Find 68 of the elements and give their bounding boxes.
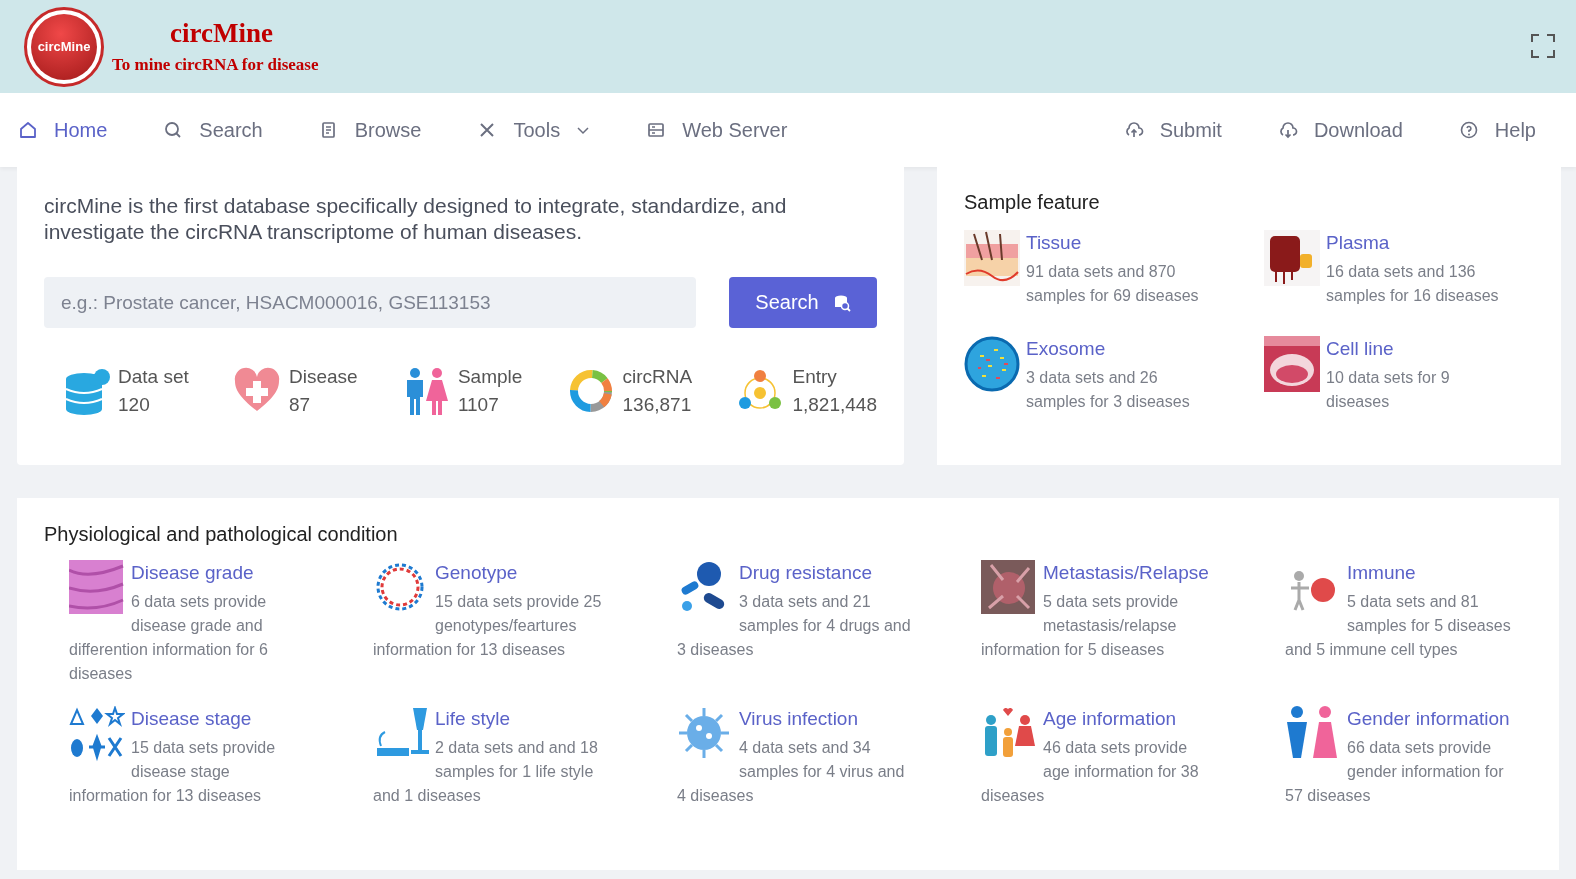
search-button[interactable]: Search	[729, 277, 877, 328]
feature-description: 4 data sets and 34 samples for 4 virus and 4 diseases	[677, 738, 906, 806]
nav-tab[interactable]: Web Server	[636, 110, 798, 150]
stat-label: Data set	[118, 366, 189, 388]
nav-tab[interactable]: Search	[153, 110, 273, 150]
intro-text: circMine is the first database specifically designed to integrate, standardize, and investigate the circRNA transcriptome of human diseases.	[44, 193, 788, 245]
feature-description: 6 data sets provide disease grade and differention information for 6 diseases	[69, 592, 269, 684]
nav-tab[interactable]: Tools	[467, 110, 601, 150]
feature-description: 2 data sets and and 18 samples for 1 life style and 1 diseases	[373, 738, 599, 806]
home-icon	[18, 120, 38, 140]
help-icon	[1458, 120, 1479, 140]
feature-description: 16 data sets and 136 samples for 16 diseases	[1325, 262, 1500, 306]
stat-label: Disease	[289, 366, 358, 388]
section-title: Physiological and pathological condition	[44, 523, 399, 546]
feature-link[interactable]: Disease stage	[69, 704, 299, 733]
site-title: circMine	[170, 18, 274, 49]
feature-description: 91 data sets and 870 samples for 69 diseases	[1025, 262, 1200, 306]
feature-link[interactable]: Cell line	[1264, 334, 1514, 363]
stat-value: 1107	[457, 394, 500, 416]
feature-link[interactable]: Drug resistance	[677, 558, 907, 587]
search-field[interactable]: e.g.: Prostate cancer, HSACM000016, GSE113153	[44, 277, 696, 328]
feature-description: 5 data sets provide metastasis/relapse information for 5 diseases	[981, 592, 1180, 660]
stat-label: Entry	[792, 366, 838, 388]
exosome-drawing	[964, 336, 1020, 392]
feature-link[interactable]: Disease grade	[69, 558, 299, 587]
feature-link[interactable]: Life style	[373, 704, 603, 733]
stat-value: 136,871	[622, 394, 693, 416]
stat-label: Sample	[457, 366, 523, 388]
tissue-slide-picture	[69, 560, 125, 616]
fullscreen-icon[interactable]	[1530, 33, 1556, 59]
section-title: Sample feature	[964, 191, 1101, 214]
nav-tab[interactable]: Browse	[308, 110, 432, 150]
feature-link[interactable]: Exosome	[964, 334, 1214, 363]
logo-text: circMine	[31, 13, 97, 80]
cell-culture-picture	[1264, 336, 1320, 392]
nav-tab[interactable]: Home	[8, 110, 118, 150]
feature-link[interactable]: Genotype	[373, 558, 603, 587]
cell-spread-picture	[981, 560, 1037, 616]
feature-description: 5 data sets and 81 samples for 5 diseases and 5 immune cell types	[1285, 592, 1512, 660]
feature-link[interactable]: Gender information	[1285, 704, 1515, 733]
stat-value: 87	[289, 394, 312, 416]
feature-description: 10 data sets for 9 diseases	[1325, 368, 1451, 412]
nav-tab[interactable]: Help	[1448, 110, 1546, 150]
tissue-picture	[964, 230, 1020, 286]
feature-description: 66 data sets provide gender information for 57 diseases	[1285, 738, 1505, 806]
feature-link[interactable]: Age information	[981, 704, 1211, 733]
feature-link[interactable]: Tissue	[964, 228, 1214, 257]
nav-tab[interactable]: Submit	[1113, 110, 1232, 150]
feature-link[interactable]: Virus infection	[677, 704, 907, 733]
shapes-icon	[69, 706, 125, 762]
feature-link[interactable]: Metastasis/Relapse	[981, 558, 1211, 587]
feature-link[interactable]: Immune	[1285, 558, 1515, 587]
stat-value: 1,821,448	[792, 394, 877, 416]
site-subtitle: To mine circRNA for disease	[112, 55, 319, 75]
nav-tab[interactable]: Download	[1267, 110, 1413, 150]
feature-description: 3 data sets and 26 samples for 3 diseases	[1025, 368, 1191, 412]
cloud-upload-icon	[1123, 120, 1144, 140]
server-icon	[646, 120, 667, 140]
feature-description: 15 data sets provide 25 genotypes/feartures information for 13 diseases	[373, 592, 603, 660]
database-search-icon	[832, 293, 851, 312]
feature-description: 15 data sets provide disease stage information for 13 diseases	[69, 738, 277, 806]
cloud-download-icon	[1277, 120, 1298, 140]
feature-description: 46 data sets provide age information for 38 diseases	[981, 738, 1200, 806]
blood-bag-picture	[1264, 230, 1320, 286]
feature-link[interactable]: Plasma	[1264, 228, 1514, 257]
stat-value: 120	[118, 394, 151, 416]
stat-label: circRNA	[622, 366, 693, 388]
feature-description: 3 data sets and 21 samples for 4 drugs and 3 diseases	[677, 592, 912, 660]
